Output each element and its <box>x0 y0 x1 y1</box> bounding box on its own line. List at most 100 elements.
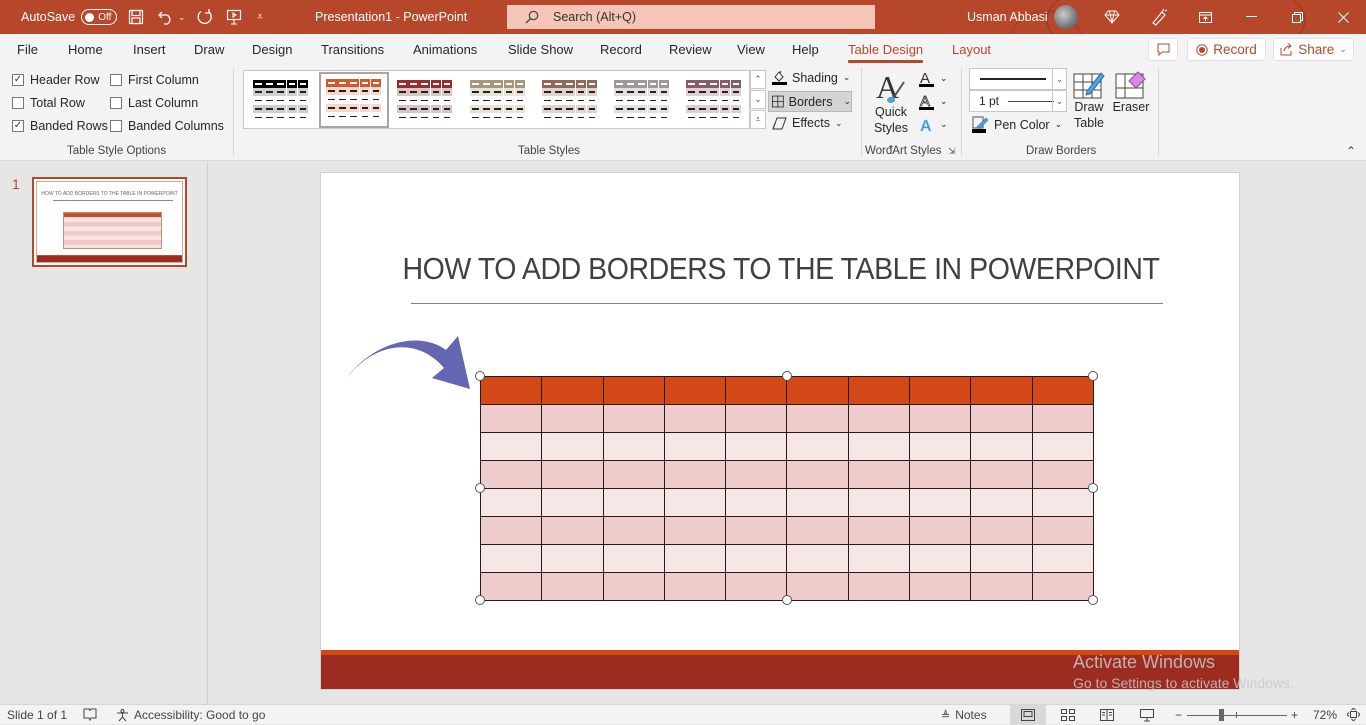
share-button[interactable]: Share ⌄ <box>1273 38 1354 61</box>
table-cell[interactable] <box>909 516 972 545</box>
zoom-level[interactable]: 72% <box>1313 708 1337 722</box>
table-cell[interactable] <box>725 376 788 405</box>
tab-transitions[interactable]: Transitions <box>321 42 384 57</box>
collapse-ribbon-icon[interactable]: ⌃ <box>1346 144 1356 158</box>
quick-styles-button[interactable]: A Quick Styles ⌄ <box>870 70 912 153</box>
table-cell[interactable] <box>909 544 972 573</box>
tab-draw[interactable]: Draw <box>194 42 224 57</box>
autosave-toggle[interactable]: Off <box>81 9 118 25</box>
table-cell[interactable] <box>786 572 849 601</box>
table-cell[interactable] <box>847 488 911 517</box>
present-from-beginning-icon[interactable] <box>226 0 242 34</box>
slide-title[interactable]: HOW TO ADD BORDERS TO THE TABLE IN POWER… <box>358 251 1204 287</box>
close-button[interactable] <box>1320 0 1366 34</box>
table-cell[interactable] <box>847 376 911 405</box>
table-cell[interactable] <box>970 572 1033 601</box>
pen-color-button[interactable]: Pen Color ⌄ <box>972 116 1062 133</box>
table-cell[interactable] <box>1031 544 1094 573</box>
table-cell[interactable] <box>1031 404 1094 433</box>
table-cell[interactable] <box>541 544 604 573</box>
tab-design[interactable]: Design <box>252 42 292 57</box>
normal-view-button[interactable] <box>1010 705 1046 725</box>
tab-layout[interactable]: Layout <box>952 42 991 57</box>
table-cell[interactable] <box>1031 516 1094 545</box>
table-cell[interactable] <box>602 516 665 545</box>
text-outline-button[interactable]: A ⌄ <box>918 93 948 110</box>
pen-style-dropdown[interactable]: ⌄ <box>969 68 1067 90</box>
record-button[interactable]: Record <box>1187 38 1266 61</box>
table-cell[interactable] <box>970 544 1033 573</box>
shading-button[interactable]: Shading ⌄ <box>772 70 850 85</box>
table-cell[interactable] <box>909 488 972 517</box>
slide-sorter-view-button[interactable] <box>1050 705 1086 725</box>
table-cell[interactable] <box>970 516 1033 545</box>
tab-view[interactable]: View <box>737 42 765 57</box>
gallery-scroll-up[interactable]: ⌃ <box>750 70 766 89</box>
table-cell[interactable] <box>663 460 727 489</box>
table-cell[interactable] <box>847 572 911 601</box>
restore-button[interactable] <box>1274 0 1320 34</box>
table-cell[interactable] <box>909 572 972 601</box>
last-column-checkbox[interactable]: Last Column <box>110 96 198 110</box>
table-cell[interactable] <box>479 432 543 461</box>
checkbox-unchecked[interactable] <box>12 97 24 109</box>
table-cell[interactable] <box>663 488 727 517</box>
table-cell[interactable] <box>541 460 604 489</box>
table-cell[interactable] <box>786 376 849 405</box>
table-cell[interactable] <box>725 572 788 601</box>
table-cell[interactable] <box>725 516 788 545</box>
table-style-swatch[interactable] <box>613 77 675 125</box>
table-cell[interactable] <box>541 404 604 433</box>
tab-slide-show[interactable]: Slide Show <box>508 42 573 57</box>
draw-table-button[interactable]: Draw Table <box>1070 69 1108 131</box>
wordart-dialog-launcher-icon[interactable]: ⇲ <box>948 146 956 157</box>
minimize-button[interactable] <box>1228 0 1274 34</box>
text-fill-button[interactable]: A ⌄ <box>918 70 948 87</box>
tab-review[interactable]: Review <box>669 42 712 57</box>
table-cell[interactable] <box>970 460 1033 489</box>
user-name[interactable]: Usman Abbasi <box>967 0 1048 34</box>
table-row[interactable] <box>479 404 1094 433</box>
table-cell[interactable] <box>970 432 1033 461</box>
pen-weight-dropdown[interactable]: 1 pt ⌄ <box>969 90 1067 112</box>
table-cell[interactable] <box>970 488 1033 517</box>
eraser-button[interactable]: Eraser <box>1112 69 1150 115</box>
zoom-slider-track[interactable] <box>1187 715 1287 716</box>
table-cell[interactable] <box>847 460 911 489</box>
resize-handle-top[interactable] <box>782 371 792 381</box>
tab-table-design[interactable]: Table Design <box>848 42 924 63</box>
table-cell[interactable] <box>786 544 849 573</box>
table-cell[interactable] <box>847 404 911 433</box>
table-cell[interactable] <box>602 432 665 461</box>
header-row-checkbox[interactable]: ✓ Header Row <box>12 73 99 87</box>
table-cell[interactable] <box>479 572 543 601</box>
text-effects-button[interactable]: A ⌄ <box>918 116 948 133</box>
borders-button[interactable]: Borders ⌄ <box>768 91 852 112</box>
table-cell[interactable] <box>479 460 543 489</box>
autosave-control[interactable]: AutoSave Off <box>21 0 118 34</box>
tab-record[interactable]: Record <box>600 42 642 57</box>
account-avatar[interactable] <box>1054 0 1078 34</box>
table-cell[interactable] <box>541 432 604 461</box>
table-cell[interactable] <box>1031 460 1094 489</box>
resize-handle-top-left[interactable] <box>475 371 485 381</box>
table-cell[interactable] <box>725 488 788 517</box>
effects-button[interactable]: Effects ⌄ <box>772 116 843 130</box>
slide-show-view-button[interactable] <box>1129 705 1165 725</box>
tab-home[interactable]: Home <box>68 42 103 57</box>
table-cell[interactable] <box>725 432 788 461</box>
designer-pen-icon[interactable] <box>1150 0 1168 34</box>
table-cell[interactable] <box>602 460 665 489</box>
table-cell[interactable] <box>663 572 727 601</box>
table-row[interactable] <box>479 544 1094 573</box>
chevron-down-icon[interactable]: ⌄ <box>1052 91 1066 111</box>
table-cell[interactable] <box>786 432 849 461</box>
table-cell[interactable] <box>786 460 849 489</box>
tab-insert[interactable]: Insert <box>133 42 166 57</box>
save-icon[interactable] <box>128 0 144 34</box>
table-cell[interactable] <box>479 376 543 405</box>
search-box[interactable]: Search (Alt+Q) <box>507 5 875 29</box>
tab-help[interactable]: Help <box>792 42 819 57</box>
table-cell[interactable] <box>479 488 543 517</box>
table-cell[interactable] <box>725 404 788 433</box>
